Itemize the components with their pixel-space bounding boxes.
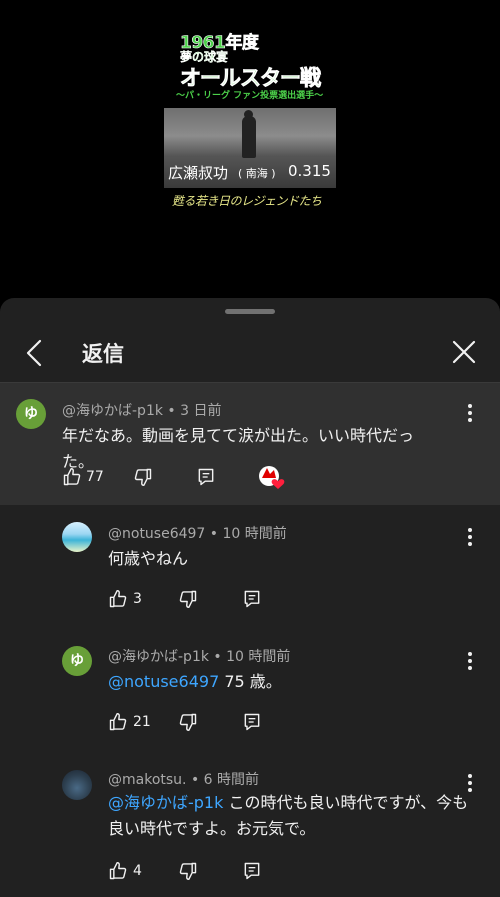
chevron-left-icon: [26, 339, 42, 367]
more-vert-icon-dot: [468, 666, 472, 670]
like-count: 4: [133, 863, 142, 879]
reply-icon: [198, 468, 214, 486]
reply-button[interactable]: [242, 861, 262, 881]
mention-link[interactable]: @notuse6497: [108, 672, 219, 691]
more-vert-icon-dot: [468, 788, 472, 792]
comment-time: 10 時間前: [222, 526, 287, 542]
caption-legend: 甦る若き日のレジェンドたち: [172, 194, 322, 208]
like-count: 21: [133, 714, 151, 730]
dislike-icon: [179, 713, 197, 732]
more-vert-icon-dot: [468, 535, 472, 539]
dislike-button[interactable]: [178, 589, 198, 609]
close-button[interactable]: [450, 338, 478, 366]
dislike-button[interactable]: [178, 861, 198, 881]
video-thumbnail: 1961年度 夢の球宴 オールスター戦 〜パ・リーグ ファン投票選出選手〜 広瀬…: [164, 28, 336, 214]
like-button[interactable]: [62, 467, 82, 487]
comment-time: 10 時間前: [226, 649, 291, 665]
like-icon: [109, 712, 127, 731]
like-icon: [109, 861, 127, 880]
comment-meta: @海ゆかば-p1k • 10 時間前: [108, 646, 290, 666]
comment-meta: @海ゆかば-p1k • 3 日前: [62, 400, 221, 420]
dislike-icon: [179, 862, 197, 881]
dislike-button[interactable]: [133, 467, 153, 487]
thumbnail-tagline: 〜パ・リーグ ファン投票選出選手〜: [176, 91, 324, 101]
more-vert-icon-dot: [468, 542, 472, 546]
like-count: 77: [86, 469, 104, 485]
drag-handle[interactable]: [225, 309, 275, 314]
reply-item: ゆ @海ゆかば-p1k • 10 時間前 @notuse6497 75 歳。 2…: [0, 627, 500, 749]
meta-separator: •: [209, 526, 223, 542]
sheet-title: 返信: [82, 342, 124, 366]
reply-button[interactable]: [196, 467, 216, 487]
more-vert-icon: [468, 404, 472, 408]
replies-sheet: 返信 ゆ @海ゆかば-p1k • 3 日前 年だなあ。動画を見てて涙が出た。いい…: [0, 298, 500, 897]
more-options-button[interactable]: [460, 649, 480, 673]
comment-text: 年だなあ。動画を見てて涙が出た。いい時代だった。: [62, 426, 415, 471]
comment-author[interactable]: @海ゆかば-p1k: [108, 649, 209, 665]
like-button[interactable]: [108, 712, 128, 732]
comment-text-body: 75 歳。: [219, 672, 282, 691]
reply-icon: [244, 862, 260, 880]
like-count: 3: [133, 591, 142, 607]
comment-author[interactable]: @notuse6497: [108, 526, 205, 542]
dislike-icon: [134, 468, 152, 487]
caption-team: ( 南海 ): [238, 167, 276, 180]
more-vert-icon-dot: [468, 781, 472, 785]
comment-time: 3 日前: [180, 403, 222, 419]
creator-heart-badge: [257, 464, 287, 490]
reply-item: @makotsu. • 6 時間前 @海ゆかば-p1k この時代も良い時代ですが…: [0, 749, 500, 897]
reply-button[interactable]: [242, 712, 262, 732]
mention-link[interactable]: @海ゆかば-p1k: [108, 793, 223, 812]
more-options-button[interactable]: [460, 525, 480, 549]
like-icon: [109, 589, 127, 608]
back-button[interactable]: [22, 338, 48, 368]
avatar[interactable]: ゆ: [62, 646, 92, 676]
video-player[interactable]: 1961年度 夢の球宴 オールスター戦 〜パ・リーグ ファン投票選出選手〜 広瀬…: [0, 0, 500, 298]
avatar[interactable]: [62, 522, 92, 552]
root-comment: ゆ @海ゆかば-p1k • 3 日前 年だなあ。動画を見てて涙が出た。いい時代だ…: [0, 383, 500, 505]
more-options-button[interactable]: [460, 401, 480, 425]
more-vert-icon-dot: [468, 418, 472, 422]
avatar[interactable]: ゆ: [16, 399, 46, 429]
reply-button[interactable]: [242, 589, 262, 609]
comment-text: @notuse6497 75 歳。: [108, 669, 488, 695]
meta-separator: •: [167, 403, 181, 419]
creator-heart-icon: [259, 466, 285, 489]
reply-icon: [244, 713, 260, 731]
comment-text: 何歳やねん: [108, 549, 189, 568]
comment-text: @海ゆかば-p1k この時代も良い時代ですが、今も良い時代ですよ。お元気で。: [108, 790, 470, 842]
more-vert-icon: [468, 652, 472, 656]
like-icon: [63, 467, 81, 486]
caption-player-name: 広瀬叔功: [168, 164, 229, 182]
comment-time: 6 時間前: [203, 772, 260, 788]
reply-icon: [244, 590, 260, 608]
comment-meta: @makotsu. • 6 時間前: [108, 769, 259, 789]
caption-average: 0.315: [288, 162, 331, 180]
more-vert-icon: [468, 528, 472, 532]
close-icon: [452, 340, 476, 364]
more-vert-icon-dot: [468, 659, 472, 663]
more-vert-icon: [468, 774, 472, 778]
like-button[interactable]: [108, 589, 128, 609]
more-options-button[interactable]: [460, 771, 480, 795]
meta-separator: •: [190, 772, 204, 788]
comment-meta: @notuse6497 • 10 時間前: [108, 523, 287, 543]
comment-author[interactable]: @makotsu.: [108, 772, 187, 788]
avatar[interactable]: [62, 770, 92, 800]
comment-author[interactable]: @海ゆかば-p1k: [62, 403, 163, 419]
meta-separator: •: [213, 649, 227, 665]
reply-item: @notuse6497 • 10 時間前 何歳やねん 3: [0, 505, 500, 627]
dislike-button[interactable]: [178, 712, 198, 732]
more-vert-icon-dot: [468, 411, 472, 415]
like-button[interactable]: [108, 861, 128, 881]
player-figure: [242, 116, 256, 158]
dislike-icon: [179, 590, 197, 609]
